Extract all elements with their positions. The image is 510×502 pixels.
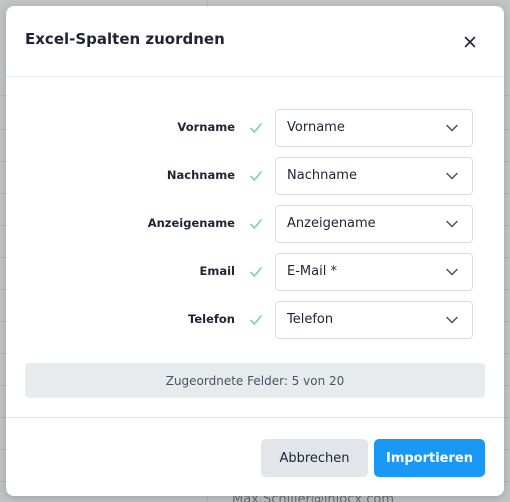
dialog-title: Excel-Spalten zuordnen: [25, 30, 225, 48]
chevron-down-icon: [446, 124, 458, 132]
column-select-vorname[interactable]: Vorname: [275, 109, 473, 147]
select-value: E-Mail *: [287, 264, 337, 279]
field-label: Vorname: [177, 120, 235, 134]
field-label: Nachname: [166, 168, 235, 182]
check-icon: [250, 219, 262, 229]
column-select-anzeigename[interactable]: Anzeigename: [275, 205, 473, 243]
check-icon: [250, 315, 262, 325]
chevron-down-icon: [446, 268, 458, 276]
footer-divider: [6, 417, 504, 418]
column-select-telefon[interactable]: Telefon: [275, 301, 473, 339]
dialog-header: Excel-Spalten zuordnen: [6, 6, 504, 77]
mapping-row-email: Email E-Mail *: [6, 253, 504, 291]
column-mapping-dialog: Excel-Spalten zuordnen Vorname Vorname N…: [6, 6, 504, 496]
chevron-down-icon: [446, 172, 458, 180]
check-icon: [250, 267, 262, 277]
select-value: Vorname: [287, 120, 345, 135]
import-button[interactable]: Importieren: [374, 439, 485, 477]
select-value: Nachname: [287, 168, 357, 183]
field-label: Email: [199, 264, 235, 278]
mapping-row-vorname: Vorname Vorname: [6, 109, 504, 147]
close-icon: [464, 36, 476, 48]
mapped-fields-summary: Zugeordnete Felder: 5 von 20: [25, 363, 485, 398]
chevron-down-icon: [446, 220, 458, 228]
field-label: Telefon: [188, 312, 235, 326]
column-select-email[interactable]: E-Mail *: [275, 253, 473, 291]
mapped-fields-text: Zugeordnete Felder: 5 von 20: [165, 373, 345, 388]
close-button[interactable]: [458, 30, 482, 54]
select-value: Telefon: [287, 312, 334, 327]
column-select-nachname[interactable]: Nachname: [275, 157, 473, 195]
select-value: Anzeigename: [287, 216, 376, 231]
mapping-row-nachname: Nachname Nachname: [6, 157, 504, 195]
mapping-row-anzeigename: Anzeigename Anzeigename: [6, 205, 504, 243]
field-label: Anzeigename: [147, 216, 235, 230]
mapping-row-telefon: Telefon Telefon: [6, 301, 504, 339]
cancel-button[interactable]: Abbrechen: [261, 439, 368, 477]
check-icon: [250, 123, 262, 133]
chevron-down-icon: [446, 316, 458, 324]
check-icon: [250, 171, 262, 181]
